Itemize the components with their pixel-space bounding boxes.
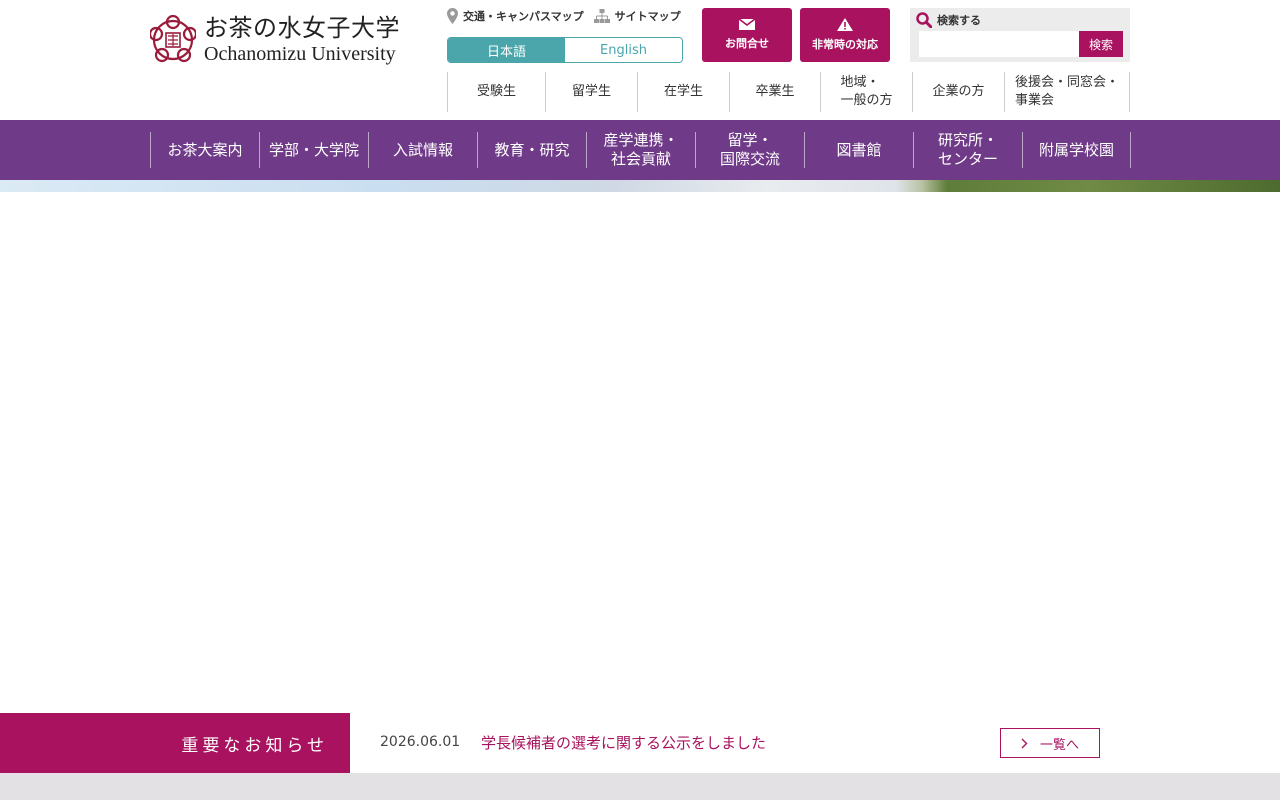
emergency-response-label: 非常時の対応: [812, 38, 878, 51]
utility-links: 交通・キャンパスマップ サイトマップ: [447, 8, 681, 24]
search-heading: 検索する: [916, 12, 981, 28]
important-notice-bar: 重要なお知らせ 2026.06.01 学長候補者の選考に関する公示をしました 一…: [0, 713, 1280, 773]
audience-item-label: 受験生: [476, 84, 516, 100]
logo-english-name: Ochanomizu University: [204, 43, 396, 65]
lang-japanese-button[interactable]: 日本語: [448, 38, 565, 62]
sitemap-link[interactable]: サイトマップ: [593, 8, 681, 24]
gnav-label: 附属学校園: [1038, 140, 1114, 159]
gnav-label: 図書館: [836, 140, 882, 159]
site-logo[interactable]: お茶の水女子大学 Ochanomizu University: [150, 12, 400, 68]
contact-button[interactable]: お問合せ: [702, 8, 792, 62]
audience-item-label: 後援会・同窓会・ 事業会: [1014, 75, 1119, 108]
global-nav: お茶大案内 学部・大学院 入試情報 教育・研究 産学連携・ 社会貢献 留学・ 国…: [0, 120, 1280, 180]
site-header: お茶の水女子大学 Ochanomizu University 交通・キャンパスマ…: [0, 0, 1280, 120]
gnav-label: 留学・ 国際交流: [719, 131, 780, 168]
sitemap-label: サイトマップ: [614, 10, 681, 23]
audience-item-alumni[interactable]: 卒業生: [730, 72, 821, 112]
gnav-label: 学部・大学院: [268, 140, 359, 159]
contact-label: お問合せ: [725, 37, 769, 50]
audience-item-label: 留学生: [571, 84, 611, 100]
audience-item-community[interactable]: 地域・ 一般の方: [821, 72, 913, 112]
mail-icon: [739, 19, 755, 30]
gnav-industry-collaboration[interactable]: 産学連携・ 社会貢献: [586, 131, 695, 168]
gnav-faculties[interactable]: 学部・大学院: [259, 132, 368, 168]
important-notice-title: 重要なお知らせ: [0, 713, 350, 773]
lang-english-button[interactable]: English: [565, 38, 682, 62]
audience-item-supporters[interactable]: 後援会・同窓会・ 事業会: [1005, 72, 1130, 112]
gnav-label: お茶大案内: [167, 140, 243, 159]
audience-item-label: 地域・ 一般の方: [840, 75, 893, 108]
audience-item-prospective-students[interactable]: 受験生: [448, 72, 546, 112]
notice-list-button[interactable]: 一覧へ: [1000, 728, 1100, 758]
notice-list-label: 一覧へ: [1039, 737, 1079, 753]
logo-japanese-name: お茶の水女子大学: [204, 14, 400, 42]
gnav-label: 教育・研究: [494, 140, 570, 159]
university-crest-icon: [150, 15, 196, 63]
sitemap-icon: [593, 8, 610, 23]
gnav-about[interactable]: お茶大案内: [150, 132, 259, 168]
audience-item-current-students[interactable]: 在学生: [638, 72, 730, 112]
access-campus-map-label: 交通・キャンパスマップ: [463, 10, 584, 23]
search-input[interactable]: [919, 31, 1079, 57]
notice-link[interactable]: 学長候補者の選考に関する公示をしました: [481, 732, 766, 753]
audience-item-label: 企業の方: [932, 84, 985, 100]
search-box: 検索する 検索: [910, 8, 1130, 62]
search-heading-label: 検索する: [937, 14, 981, 27]
language-switcher: 日本語 English: [447, 37, 683, 63]
hero-image: [0, 180, 1280, 192]
footer-strip: [0, 773, 1280, 800]
emergency-response-button[interactable]: 非常時の対応: [800, 8, 890, 62]
access-campus-map-link[interactable]: 交通・キャンパスマップ: [447, 8, 584, 24]
audience-item-label: 卒業生: [755, 84, 795, 100]
chevron-right-icon: [1021, 738, 1028, 748]
search-icon: [916, 12, 932, 28]
gnav-institutes[interactable]: 研究所・ センター: [913, 131, 1022, 168]
map-pin-icon: [447, 8, 458, 24]
gnav-international[interactable]: 留学・ 国際交流: [695, 131, 804, 168]
gnav-label: 研究所・ センター: [937, 131, 998, 168]
gnav-label: 入試情報: [392, 140, 453, 159]
audience-item-label: 在学生: [663, 84, 703, 100]
gnav-library[interactable]: 図書館: [804, 132, 913, 168]
audience-item-international-students[interactable]: 留学生: [546, 72, 638, 112]
gnav-attached-schools[interactable]: 附属学校園: [1022, 132, 1131, 168]
notice-date: 2026.06.01: [380, 734, 461, 750]
gnav-education-research[interactable]: 教育・研究: [477, 132, 586, 168]
audience-nav: 受験生 留学生 在学生 卒業生 地域・ 一般の方 企業の方 後援会・同窓会・ 事…: [447, 72, 1130, 112]
search-button[interactable]: 検索: [1079, 31, 1123, 57]
gnav-admissions[interactable]: 入試情報: [368, 132, 477, 168]
gnav-label: 産学連携・ 社会貢献: [603, 131, 679, 168]
warning-icon: [837, 18, 853, 31]
audience-item-companies[interactable]: 企業の方: [913, 72, 1005, 112]
